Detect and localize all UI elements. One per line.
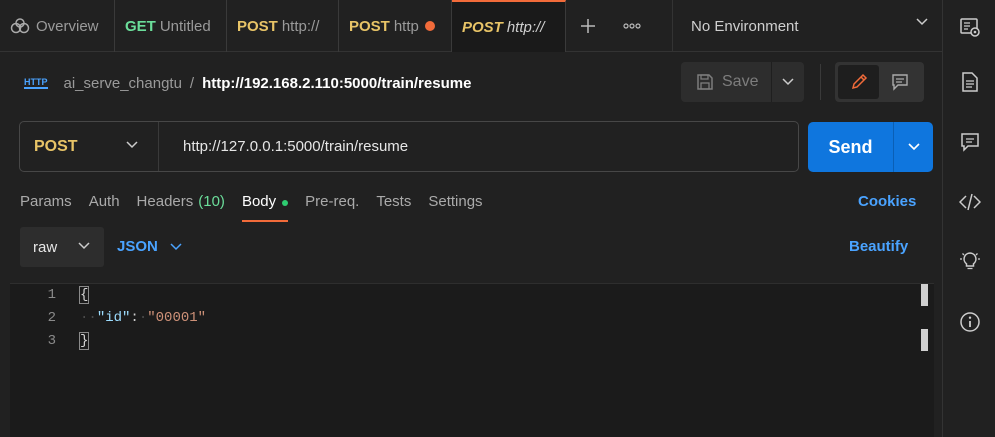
- tab-label: Tests: [376, 193, 412, 210]
- chevron-down-icon: [916, 18, 928, 26]
- tab-label: Auth: [88, 193, 120, 210]
- body-editor[interactable]: 1 2 3 { ··"id":·"00001" }: [10, 283, 934, 437]
- comments-icon[interactable]: [959, 131, 981, 153]
- tab-label: Headers: [136, 193, 194, 210]
- body-language-label: JSON: [117, 238, 158, 255]
- tab-label: Body: [241, 193, 277, 210]
- breadcrumb-collection[interactable]: ai_serve_changtu: [64, 75, 182, 92]
- body-mode-label: raw: [33, 238, 58, 256]
- tab-overview[interactable]: Overview: [0, 0, 115, 52]
- save-options-button[interactable]: [772, 62, 804, 102]
- scrollbar-marker[interactable]: [921, 329, 928, 351]
- http-icon: HTTP: [24, 77, 48, 89]
- tab-headers[interactable]: Headers (10): [137, 190, 225, 222]
- breadcrumb: HTTP ai_serve_changtu / http://192.168.2…: [24, 70, 471, 96]
- tab-label: Pre-req.: [305, 193, 360, 210]
- lightbulb-icon[interactable]: [959, 250, 981, 272]
- view-mode-toggle: [835, 62, 924, 102]
- code-brace-close: }: [78, 332, 90, 350]
- body-indicator-dot: [282, 200, 289, 206]
- line-number: 2: [47, 310, 56, 326]
- comment-icon: [891, 74, 908, 91]
- chevron-down-icon: [907, 143, 920, 151]
- line-number-gutter: 1 2 3: [10, 284, 56, 353]
- send-button-group: Send: [808, 122, 933, 172]
- tab-request-active[interactable]: POST http://: [452, 0, 566, 52]
- breadcrumb-separator: /: [189, 74, 195, 92]
- more-tabs-button[interactable]: [610, 0, 654, 52]
- divider: [820, 64, 821, 100]
- new-tab-button[interactable]: [566, 0, 610, 52]
- environment-label: No Environment: [691, 17, 799, 35]
- documentation-icon[interactable]: [959, 71, 981, 93]
- request-tabs: Params Auth Headers (10) Body Pre-req. Te…: [20, 190, 500, 222]
- save-label: Save: [722, 73, 759, 90]
- chevron-down-icon: [78, 242, 90, 250]
- body-language-select[interactable]: JSON: [117, 238, 182, 255]
- unsaved-dot-icon: [424, 21, 435, 31]
- save-button[interactable]: Save: [681, 62, 772, 102]
- tab-method: POST: [462, 18, 503, 36]
- url-bar: POST http://127.0.0.1:5000/train/resume: [19, 121, 799, 172]
- chevron-down-icon: [126, 141, 138, 149]
- tab-label: Settings: [428, 193, 483, 210]
- tab-method: GET: [125, 17, 156, 35]
- code-icon[interactable]: [959, 191, 981, 213]
- plus-icon: [581, 19, 595, 33]
- line-number: 3: [47, 333, 56, 349]
- send-options-button[interactable]: [894, 122, 933, 172]
- tab-request[interactable]: POST http: [339, 0, 452, 52]
- line-number: 1: [47, 287, 56, 303]
- json-value: "00001": [147, 310, 207, 326]
- overview-icon: [10, 18, 30, 34]
- save-icon: [697, 74, 713, 90]
- tab-title: Untitled: [159, 17, 211, 35]
- url-input[interactable]: http://127.0.0.1:5000/train/resume: [159, 138, 408, 155]
- tab-label: Params: [20, 193, 72, 210]
- chevron-down-icon: [782, 78, 794, 86]
- pencil-icon: [851, 73, 867, 90]
- tab-method: POST: [349, 17, 390, 35]
- tab-title: http://: [281, 17, 320, 35]
- beautify-button[interactable]: Beautify: [849, 238, 908, 255]
- code-content[interactable]: { ··"id":·"00001" }: [78, 284, 207, 353]
- tab-title: http: [393, 17, 419, 35]
- code-line: {: [78, 284, 206, 307]
- tab-body[interactable]: Body: [241, 190, 289, 222]
- tab-settings[interactable]: Settings: [428, 190, 482, 222]
- json-key: "id": [96, 310, 131, 326]
- tab-params[interactable]: Params: [20, 190, 72, 222]
- tab-request[interactable]: GET Untitled: [115, 0, 227, 52]
- save-button-group: Save: [681, 62, 804, 102]
- method-label: POST: [34, 137, 78, 155]
- comment-mode-button[interactable]: [879, 65, 920, 99]
- headers-count: (10): [198, 193, 225, 210]
- tab-request[interactable]: POST http://: [227, 0, 339, 52]
- send-button[interactable]: Send: [808, 122, 894, 172]
- tab-title: Overview: [36, 17, 99, 35]
- code-line: }: [78, 330, 206, 353]
- tab-method: POST: [237, 17, 278, 35]
- tab-tests[interactable]: Tests: [376, 190, 411, 222]
- tab-auth[interactable]: Auth: [89, 190, 120, 222]
- info-icon[interactable]: [959, 311, 981, 333]
- code-brace-open: {: [78, 286, 90, 304]
- tab-title: http://: [506, 18, 545, 36]
- body-mode-select[interactable]: raw: [20, 227, 104, 267]
- environment-selector[interactable]: No Environment: [672, 0, 942, 52]
- more-icon: [623, 23, 641, 29]
- environment-quick-look-icon[interactable]: [959, 16, 981, 38]
- cookies-link[interactable]: Cookies: [858, 193, 916, 210]
- chevron-down-icon: [170, 242, 182, 250]
- tab-pre-request[interactable]: Pre-req.: [305, 190, 359, 222]
- method-select[interactable]: POST: [20, 122, 159, 171]
- breadcrumb-request-name[interactable]: http://192.168.2.110:5000/train/resume: [202, 75, 471, 92]
- edit-mode-button[interactable]: [838, 65, 879, 99]
- right-sidebar: [942, 0, 995, 437]
- code-line: ··"id":·"00001": [80, 310, 207, 326]
- scrollbar-marker[interactable]: [921, 284, 928, 306]
